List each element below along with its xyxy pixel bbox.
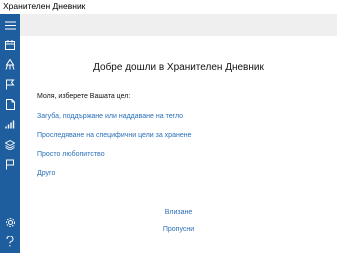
food-icon xyxy=(5,59,15,70)
goal-option-other[interactable]: Друго xyxy=(37,169,55,178)
layers-icon xyxy=(5,139,15,150)
login-row: Влизане xyxy=(20,208,337,217)
title-bar: Хранителен Дневник xyxy=(0,0,337,14)
welcome-panel: Добре дошли в Хранителен Дневник Моля, и… xyxy=(20,36,337,253)
flag-icon xyxy=(5,79,15,90)
welcome-heading: Добре дошли в Хранителен Дневник xyxy=(93,62,264,73)
sidebar-item-menu[interactable] xyxy=(0,16,20,35)
sidebar-item-settings[interactable] xyxy=(0,213,20,232)
goal-flag-icon xyxy=(5,159,15,170)
goal-option-nutrition[interactable]: Проследяване на специфични цели за хране… xyxy=(37,131,191,140)
help-icon xyxy=(6,236,14,247)
gear-icon xyxy=(5,217,16,228)
document-icon xyxy=(5,99,15,110)
sidebar-item-chart[interactable] xyxy=(0,115,20,134)
calendar-icon xyxy=(5,39,15,50)
skip-row: Пропусни xyxy=(20,225,337,234)
sidebar-item-food[interactable] xyxy=(0,55,20,74)
login-button[interactable]: Влизане xyxy=(165,209,193,216)
sidebar-item-goals[interactable] xyxy=(0,155,20,174)
top-bar xyxy=(20,14,337,36)
sidebar-item-help[interactable] xyxy=(0,232,20,251)
goal-prompt: Моля, изберете Вашата цел: xyxy=(37,93,131,100)
goal-option-weight[interactable]: Загуба, поддържане или наддаване на тегл… xyxy=(37,112,183,121)
sidebar-item-flag[interactable] xyxy=(0,75,20,94)
chart-icon xyxy=(5,120,15,129)
skip-button[interactable]: Пропусни xyxy=(163,226,194,233)
sidebar-item-layers[interactable] xyxy=(0,135,20,154)
window-title: Хранителен Дневник xyxy=(3,1,86,11)
sidebar-item-calendar[interactable] xyxy=(0,35,20,54)
sidebar-item-document[interactable] xyxy=(0,95,20,114)
goal-option-curiosity[interactable]: Просто любопитство xyxy=(37,150,105,159)
menu-icon xyxy=(4,21,16,30)
sidebar xyxy=(0,14,20,253)
